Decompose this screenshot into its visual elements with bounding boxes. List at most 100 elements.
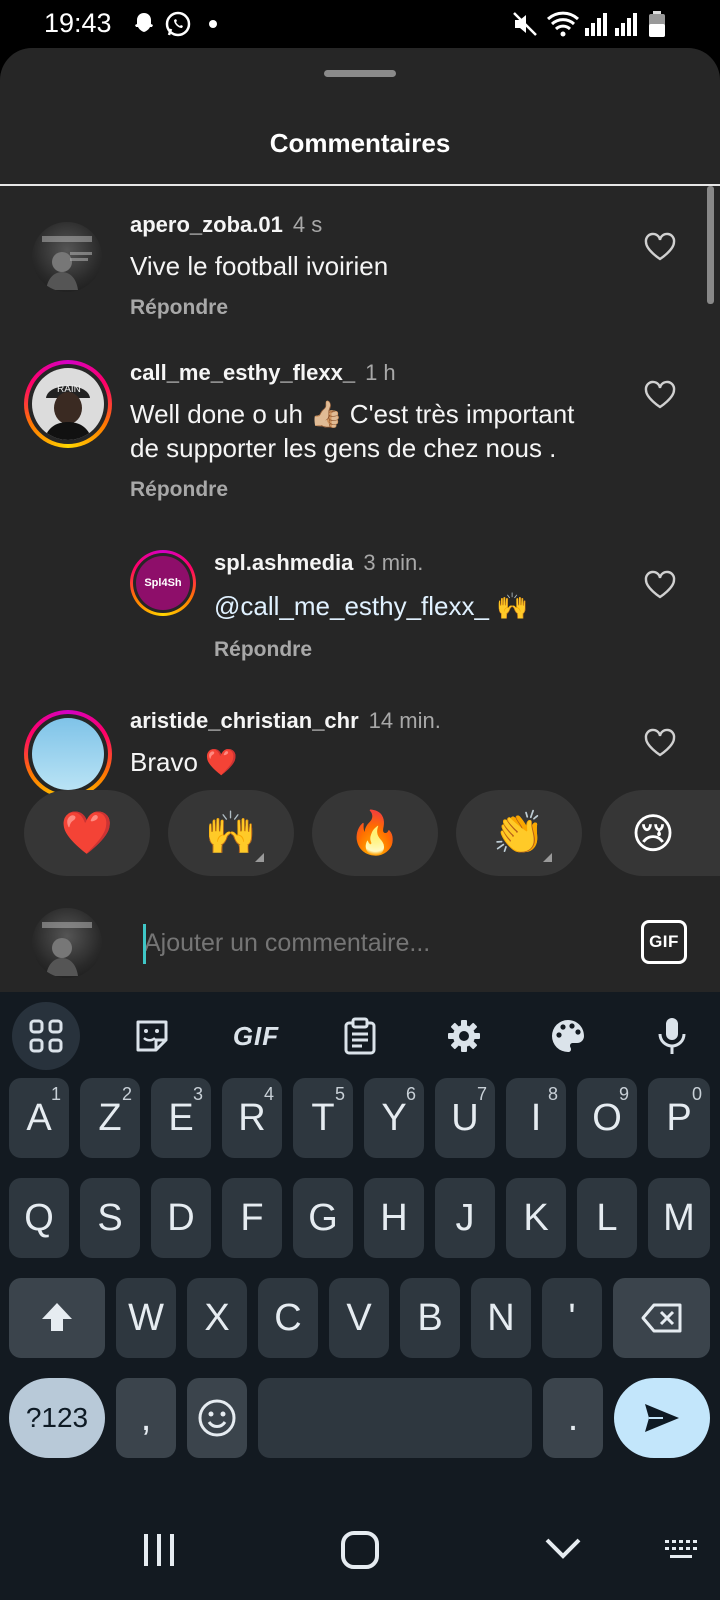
heart-icon[interactable] [643,570,677,600]
apps-grid-icon[interactable] [12,1002,80,1070]
key-q[interactable]: Q [9,1178,69,1258]
key-label: A [26,1096,52,1139]
shift-key[interactable] [9,1278,105,1358]
heart-icon[interactable] [643,232,677,262]
comments-list: apero_zoba.01 4 s Vive le football ivoiri… [0,188,720,820]
key-label: E [168,1096,194,1139]
key-c[interactable]: C [258,1278,318,1358]
key-k[interactable]: K [506,1178,566,1258]
key-label: U [451,1096,479,1139]
palette-icon[interactable] [534,1002,602,1070]
heart-icon[interactable] [643,380,677,410]
reaction-raised-hands-button[interactable]: 🙌 [168,790,294,876]
story-ring[interactable]: RAIN [24,360,112,448]
key-a[interactable]: A1 [9,1078,69,1158]
comma-key[interactable]: , [116,1378,176,1458]
comment-text-line-1: Well done o uh 👍🏼 C'est très important [130,399,575,429]
reply-button[interactable]: Répondre [214,638,312,662]
heart-icon[interactable] [643,728,677,758]
status-bar: 19:43 [0,0,720,48]
key-e[interactable]: E3 [151,1078,211,1158]
period-key[interactable]: . [543,1378,603,1458]
username-text[interactable]: spl.ashmedia [214,550,353,575]
key-z[interactable]: Z2 [80,1078,140,1158]
comment-text: Vive le football ivoirien [130,251,389,281]
space-key[interactable] [258,1378,532,1458]
username-text[interactable]: apero_zoba.01 [130,212,283,237]
key-x[interactable]: X [187,1278,247,1358]
whatsapp-icon [164,10,192,38]
key-hint: 2 [121,1084,132,1104]
key-l[interactable]: L [577,1178,637,1258]
key-p[interactable]: P0 [648,1078,710,1158]
reaction-emoji: ❤️ [60,808,114,856]
clipboard-icon[interactable] [326,1002,394,1070]
username-text[interactable]: aristide_christian_chr [130,708,359,733]
avatar[interactable]: Spl4Sh [136,556,190,610]
home-icon[interactable] [340,1530,380,1570]
emoji-icon [198,1399,236,1437]
reply-button[interactable]: Répondre [130,296,228,320]
reaction-clap-button[interactable]: 👏 [456,790,582,876]
key-s[interactable]: S [80,1178,140,1258]
keyboard-switch-icon[interactable] [664,1538,698,1562]
comment-input[interactable] [144,920,614,966]
story-ring[interactable]: Spl4Sh [130,550,196,616]
comment-username[interactable]: spl.ashmedia 3 min. [214,550,423,576]
comment-username[interactable]: call_me_esthy_flexx_ 1 h [130,360,396,386]
back-down-icon[interactable] [544,1536,582,1562]
key-hint: 0 [691,1084,702,1104]
sticker-icon[interactable] [118,1002,186,1070]
avatar[interactable] [32,718,104,790]
key-label: Y [381,1096,407,1139]
microphone-icon[interactable] [638,1002,706,1070]
key-b[interactable]: B [400,1278,460,1358]
key-n[interactable]: N [471,1278,531,1358]
key-j[interactable]: J [435,1178,495,1258]
key-u[interactable]: U7 [435,1078,495,1158]
send-key[interactable] [614,1378,710,1458]
key-y[interactable]: Y6 [364,1078,424,1158]
keyboard-toolbar: GIF [0,992,720,1080]
key-w[interactable]: W [116,1278,176,1358]
key-r[interactable]: R4 [222,1078,282,1158]
key-f[interactable]: F [222,1178,282,1258]
key-t[interactable]: T5 [293,1078,353,1158]
key-hint: 3 [192,1084,203,1104]
reaction-heart-button[interactable]: ❤️ [24,790,150,876]
comment-time: 1 h [365,360,396,385]
key-i[interactable]: I8 [506,1078,566,1158]
backspace-key[interactable] [613,1278,710,1358]
my-avatar [32,908,102,978]
variant-indicator-icon [543,853,552,862]
key-h[interactable]: H [364,1178,424,1258]
status-time: 19:43 [44,8,112,38]
avatar[interactable]: RAIN [32,368,104,440]
key-v[interactable]: V [329,1278,389,1358]
key-o[interactable]: O9 [577,1078,637,1158]
comment-username[interactable]: aristide_christian_chr 14 min. [130,708,441,734]
comment-username[interactable]: apero_zoba.01 4 s [130,212,322,238]
symbols-key[interactable]: ?123 [9,1378,105,1458]
story-ring[interactable] [24,710,112,798]
key-m[interactable]: M [648,1178,710,1258]
avatar[interactable] [32,222,102,292]
key-d[interactable]: D [151,1178,211,1258]
drag-handle[interactable] [324,70,396,77]
key-g[interactable]: G [293,1178,353,1258]
reaction-crying-button[interactable]: 😢 [600,790,720,876]
reply-button[interactable]: Répondre [130,478,228,502]
emoji-key[interactable] [187,1378,247,1458]
key-apostrophe[interactable]: ' [542,1278,602,1358]
gif-button[interactable]: GIF [641,920,687,964]
snapchat-icon [130,10,158,38]
title-divider [0,184,720,186]
recents-icon[interactable] [142,1532,176,1568]
settings-icon[interactable] [430,1002,498,1070]
reaction-fire-button[interactable]: 🔥 [312,790,438,876]
username-text[interactable]: call_me_esthy_flexx_ [130,360,355,385]
signal-icon [584,10,608,38]
gif-icon[interactable]: GIF [222,1002,290,1070]
key-label: P [666,1096,692,1139]
reaction-emoji: 🙌 [204,808,258,856]
